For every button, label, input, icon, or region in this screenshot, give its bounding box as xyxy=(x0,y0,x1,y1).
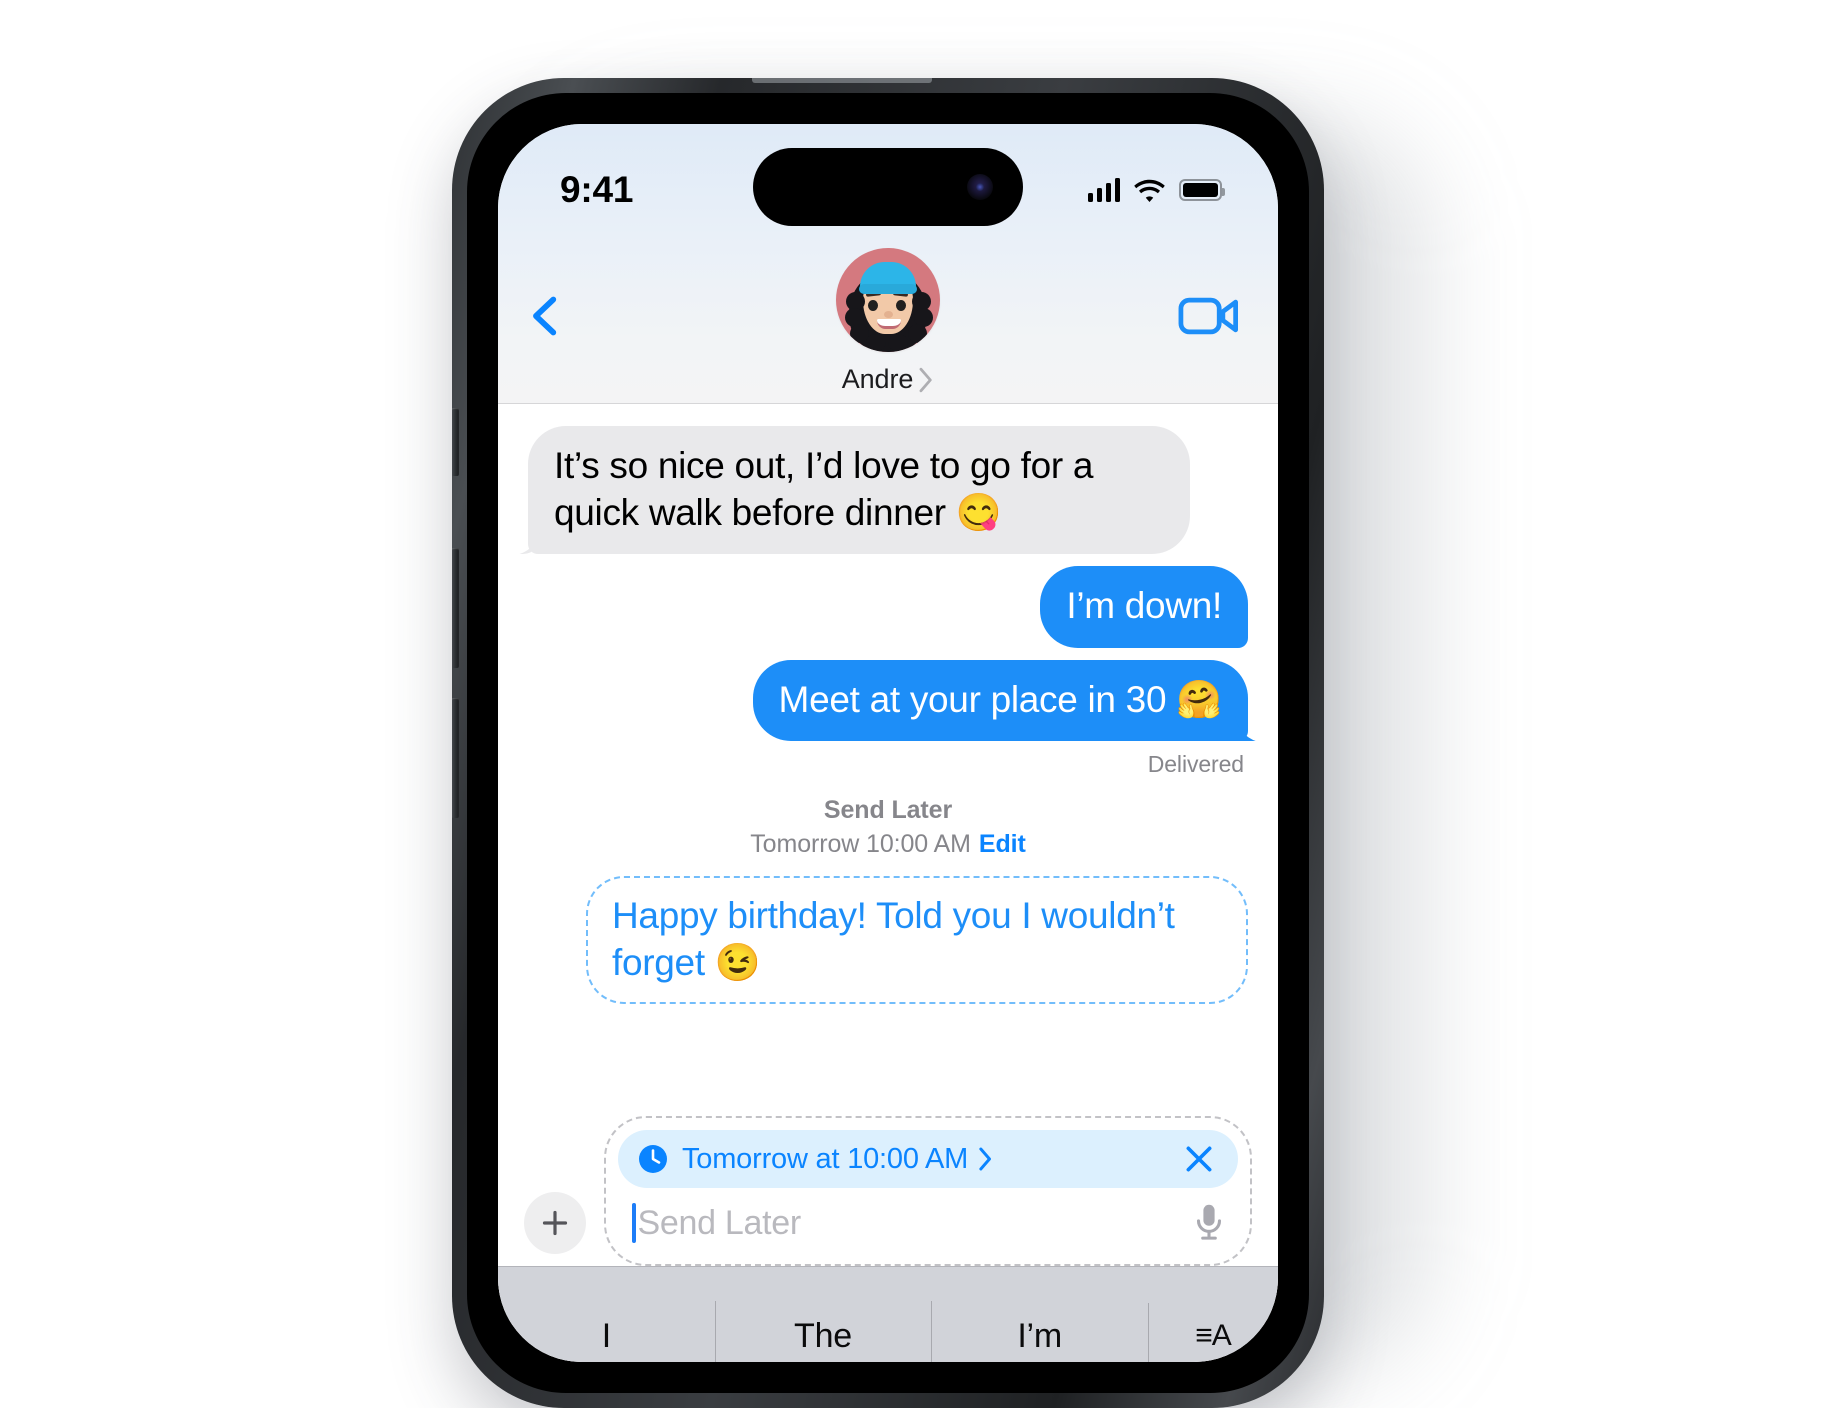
phone-screen: 9:41 Andre It’s so nice out, I’d love to… xyxy=(498,124,1278,1362)
memoji-nose xyxy=(884,311,893,318)
clock-icon xyxy=(639,1145,667,1173)
scheduled-message-bubble[interactable]: Happy birthday! Told you I wouldn’t forg… xyxy=(586,875,1248,1005)
memoji-eye xyxy=(896,300,906,311)
plus-icon xyxy=(542,1210,568,1236)
memoji-curl xyxy=(866,334,886,351)
schedule-chip-text: Tomorrow at 10:00 AM xyxy=(682,1142,969,1175)
text-cursor xyxy=(632,1203,636,1243)
iphone-device-frame: 9:41 Andre It’s so nice out, I’d love to… xyxy=(452,78,1324,1408)
nav-divider xyxy=(498,403,1278,404)
volume-up-button[interactable] xyxy=(452,548,459,668)
send-later-header: Send Later Tomorrow 10:00 AM Edit xyxy=(528,794,1248,862)
prediction-separator xyxy=(1148,1303,1150,1362)
scene-background: 9:41 Andre It’s so nice out, I’d love to… xyxy=(0,0,1822,1408)
contact-name-row[interactable]: Andre xyxy=(842,364,935,395)
chevron-right-icon xyxy=(919,367,932,392)
message-row: Meet at your place in 30 🤗 xyxy=(528,659,1248,742)
memoji-eye xyxy=(868,300,878,311)
prediction-separator xyxy=(714,1300,716,1362)
dynamic-island xyxy=(753,148,1023,226)
wifi-icon xyxy=(1134,179,1165,202)
prediction-label: I’m xyxy=(1017,1316,1063,1355)
memoji-beanie-brim xyxy=(859,284,917,294)
close-x-icon[interactable] xyxy=(1182,1142,1216,1176)
message-composer: Tomorrow at 10:00 AM Send Later xyxy=(498,1116,1278,1266)
prediction-item[interactable]: The xyxy=(714,1273,932,1362)
contact-header[interactable]: Andre xyxy=(836,248,940,395)
text-input-row[interactable]: Send Later xyxy=(618,1196,1238,1254)
device-bezel: 9:41 Andre It’s so nice out, I’d love to… xyxy=(467,93,1309,1393)
composer-input-container[interactable]: Tomorrow at 10:00 AM Send Later xyxy=(604,1116,1252,1266)
cellular-signal-icon xyxy=(1087,178,1120,202)
prediction-label: The xyxy=(794,1316,852,1355)
keyboard-strip-divider xyxy=(498,1266,1278,1267)
front-camera-icon xyxy=(967,174,993,200)
prediction-label: I xyxy=(601,1316,611,1355)
prediction-item[interactable]: I xyxy=(498,1273,715,1356)
schedule-chip-label: Tomorrow at 10:00 AM xyxy=(682,1143,1168,1176)
prediction-item[interactable]: I’m xyxy=(931,1273,1148,1362)
send-later-time: Tomorrow 10:00 AM xyxy=(750,830,971,859)
scheduled-message-row: Happy birthday! Told you I wouldn’t forg… xyxy=(528,875,1248,1005)
delivery-status: Delivered xyxy=(1147,751,1244,778)
message-input[interactable]: Send Later xyxy=(638,1204,1193,1243)
ring-silent-switch[interactable] xyxy=(452,408,459,476)
status-bar-icons xyxy=(1087,178,1225,202)
status-bar-time: 9:41 xyxy=(560,169,634,210)
memoji-curl xyxy=(888,334,908,351)
emoji-keyboard-toggle[interactable]: ≡A xyxy=(1148,1275,1278,1362)
contact-name: Andre xyxy=(841,364,914,394)
emoji-toggle-label: ≡A xyxy=(1195,1319,1232,1352)
battery-full-icon xyxy=(1179,179,1225,201)
message-bubble-outgoing[interactable]: Meet at your place in 30 🤗 xyxy=(752,659,1248,742)
send-later-edit-button[interactable]: Edit xyxy=(979,828,1026,862)
message-bubble-incoming[interactable]: It’s so nice out, I’d love to go for a q… xyxy=(528,426,1190,555)
antenna-band-corner xyxy=(1311,96,1318,130)
microphone-icon[interactable] xyxy=(1192,1202,1226,1244)
avatar[interactable] xyxy=(836,248,940,352)
send-later-title: Send Later xyxy=(823,796,953,825)
add-attachment-button[interactable] xyxy=(524,1192,586,1254)
prediction-separator xyxy=(931,1300,933,1362)
video-camera-icon[interactable] xyxy=(1178,294,1240,338)
back-chevron-icon[interactable] xyxy=(524,294,568,338)
keyboard-prediction-strip: I The I’m ≡A xyxy=(498,1266,1278,1362)
message-row: I’m down! xyxy=(528,566,1248,648)
message-row: It’s so nice out, I’d love to go for a q… xyxy=(528,426,1248,555)
volume-down-button[interactable] xyxy=(452,698,459,818)
message-bubble-outgoing[interactable]: I’m down! xyxy=(1040,566,1248,648)
memoji-curl xyxy=(908,324,927,343)
antenna-band-top xyxy=(752,78,932,83)
schedule-chip[interactable]: Tomorrow at 10:00 AM xyxy=(618,1130,1238,1188)
conversation-nav-bar: Andre xyxy=(498,242,1278,404)
chevron-right-icon xyxy=(979,1147,992,1171)
